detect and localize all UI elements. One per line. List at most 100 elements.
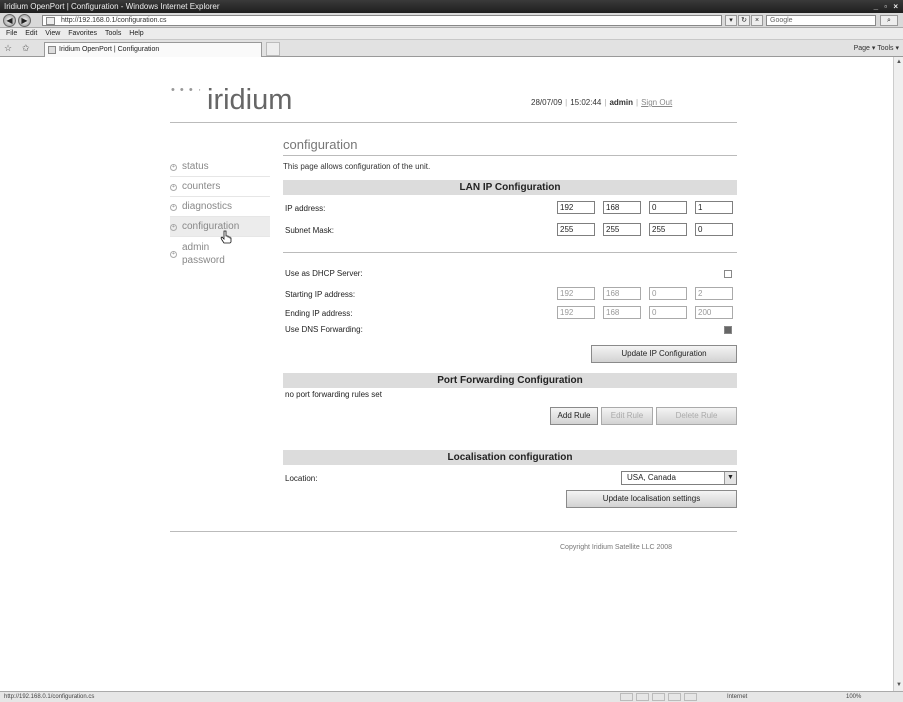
start-octet-4[interactable]: 2 xyxy=(695,287,733,300)
menu-favorites[interactable]: Favorites xyxy=(68,30,97,37)
menu-view[interactable]: View xyxy=(45,30,60,37)
menu-bar: File Edit View Favorites Tools Help xyxy=(0,28,903,40)
back-icon[interactable]: ◀ xyxy=(3,14,16,27)
ip-octet-4[interactable]: 1 xyxy=(695,201,733,214)
mask-octet-4[interactable]: 0 xyxy=(695,223,733,236)
menu-file[interactable]: File xyxy=(6,30,17,37)
location-label: Location: xyxy=(285,474,318,483)
search-input[interactable]: Google xyxy=(766,15,876,26)
dns-forwarding-checkbox[interactable] xyxy=(724,326,732,334)
session-info: 28/07/09 | 15:02:44 | admin | Sign Out xyxy=(531,98,673,107)
mask-octet-3[interactable]: 255 xyxy=(649,223,687,236)
status-segment xyxy=(636,693,649,701)
tab-page-icon xyxy=(48,46,56,54)
status-segment xyxy=(684,693,697,701)
favorites-star-icon[interactable]: ☆ xyxy=(4,43,12,54)
url-input[interactable]: http://192.168.0.1/configuration.cs xyxy=(42,15,722,26)
url-dropdown-icon[interactable]: ▾ xyxy=(725,15,737,26)
status-bar: http://192.168.0.1/configuration.cs Inte… xyxy=(0,691,903,702)
logo-wordmark: iridium xyxy=(207,84,293,116)
title-divider xyxy=(283,155,737,156)
lan-section-heading: LAN IP Configuration xyxy=(283,180,737,195)
status-segment xyxy=(652,693,665,701)
command-bar[interactable]: Page ▾ Tools ▾ xyxy=(854,43,899,55)
bullet-icon: + xyxy=(170,224,177,231)
localisation-heading: Localisation configuration xyxy=(283,450,737,465)
ip-octet-3[interactable]: 0 xyxy=(649,201,687,214)
page-title: configuration xyxy=(283,137,358,152)
refresh-icon[interactable]: ↻ xyxy=(738,15,750,26)
window-titlebar: Iridium OpenPort | Configuration - Windo… xyxy=(0,0,903,13)
footer-divider xyxy=(170,531,737,532)
sidebar-item-label: status xyxy=(182,161,209,172)
scroll-down-icon[interactable]: ▼ xyxy=(895,681,903,690)
bullet-icon: + xyxy=(170,164,177,171)
sidebar-item-label: diagnostics xyxy=(182,201,233,212)
sign-out-link[interactable]: Sign Out xyxy=(641,98,672,107)
end-octet-4[interactable]: 200 xyxy=(695,306,733,319)
mask-octet-2[interactable]: 255 xyxy=(603,223,641,236)
sidebar-item-label: counters xyxy=(182,181,221,192)
zoom-level[interactable]: 100% xyxy=(846,692,861,702)
end-octet-3[interactable]: 0 xyxy=(649,306,687,319)
start-octet-3[interactable]: 0 xyxy=(649,287,687,300)
status-url: http://192.168.0.1/configuration.cs xyxy=(4,694,95,700)
dhcp-checkbox[interactable] xyxy=(724,270,732,278)
tab-configuration[interactable]: Iridium OpenPort | Configuration xyxy=(44,42,262,57)
session-time: 15:02:44 xyxy=(570,98,602,107)
ip-octet-1[interactable]: 192 xyxy=(557,201,595,214)
menu-help[interactable]: Help xyxy=(129,30,143,37)
session-user: admin xyxy=(609,98,633,107)
address-bar: ◀ ▶ http://192.168.0.1/configuration.cs … xyxy=(0,13,903,28)
sidebar-item-status[interactable]: + status xyxy=(170,157,270,177)
location-value: USA, Canada xyxy=(627,473,676,482)
status-segment xyxy=(620,693,633,701)
window-controls[interactable]: _ ▫ × xyxy=(874,0,900,13)
lan-divider xyxy=(283,252,737,253)
page-icon xyxy=(46,17,55,25)
menu-tools[interactable]: Tools xyxy=(105,30,121,37)
header-divider xyxy=(170,122,737,123)
sidebar-item-label: admin password xyxy=(182,242,225,266)
url-text: http://192.168.0.1/configuration.cs xyxy=(61,17,167,24)
end-octet-2[interactable]: 168 xyxy=(603,306,641,319)
forward-icon[interactable]: ▶ xyxy=(18,14,31,27)
add-rule-button[interactable]: Add Rule xyxy=(550,407,598,425)
menu-edit[interactable]: Edit xyxy=(25,30,37,37)
scroll-up-icon[interactable]: ▲ xyxy=(895,58,903,67)
start-octet-2[interactable]: 168 xyxy=(603,287,641,300)
ip-octet-2[interactable]: 168 xyxy=(603,201,641,214)
dhcp-label: Use as DHCP Server: xyxy=(285,269,363,278)
copyright-text: Copyright Iridium Satellite LLC 2008 xyxy=(560,544,673,551)
mask-octet-1[interactable]: 255 xyxy=(557,223,595,236)
session-date: 28/07/09 xyxy=(531,98,563,107)
chevron-down-icon[interactable]: ▼ xyxy=(724,472,736,484)
tab-label: Iridium OpenPort | Configuration xyxy=(59,46,160,53)
start-octet-1[interactable]: 192 xyxy=(557,287,595,300)
vertical-scrollbar[interactable]: ▲ ▼ xyxy=(893,57,903,691)
no-rules-text: no port forwarding rules set xyxy=(285,390,382,399)
bullet-icon: + xyxy=(170,184,177,191)
location-select[interactable]: USA, Canada ▼ xyxy=(621,471,737,485)
search-icon[interactable]: ⌕ xyxy=(880,15,898,26)
update-localisation-button[interactable]: Update localisation settings xyxy=(566,490,737,508)
hand-cursor-icon xyxy=(220,230,232,244)
dns-forwarding-label: Use DNS Forwarding: xyxy=(285,325,363,334)
add-favorite-icon[interactable]: ✩ xyxy=(22,43,30,54)
bullet-icon: + xyxy=(170,204,177,211)
new-tab-button[interactable] xyxy=(266,42,280,56)
security-zone: Internet xyxy=(727,694,748,700)
sidebar-item-diagnostics[interactable]: + diagnostics xyxy=(170,197,270,217)
edit-rule-button[interactable]: Edit Rule xyxy=(601,407,653,425)
page-description: This page allows configuration of the un… xyxy=(283,162,431,171)
end-octet-1[interactable]: 192 xyxy=(557,306,595,319)
ending-ip-label: Ending IP address: xyxy=(285,309,353,318)
status-segment xyxy=(668,693,681,701)
sidebar-item-counters[interactable]: + counters xyxy=(170,177,270,197)
ip-address-label: IP address: xyxy=(285,204,326,213)
delete-rule-button[interactable]: Delete Rule xyxy=(656,407,737,425)
update-ip-button[interactable]: Update IP Configuration xyxy=(591,345,737,363)
logo-dots: • • • · xyxy=(171,84,203,96)
window-title: Iridium OpenPort | Configuration - Windo… xyxy=(4,2,220,11)
stop-icon[interactable]: × xyxy=(751,15,763,26)
